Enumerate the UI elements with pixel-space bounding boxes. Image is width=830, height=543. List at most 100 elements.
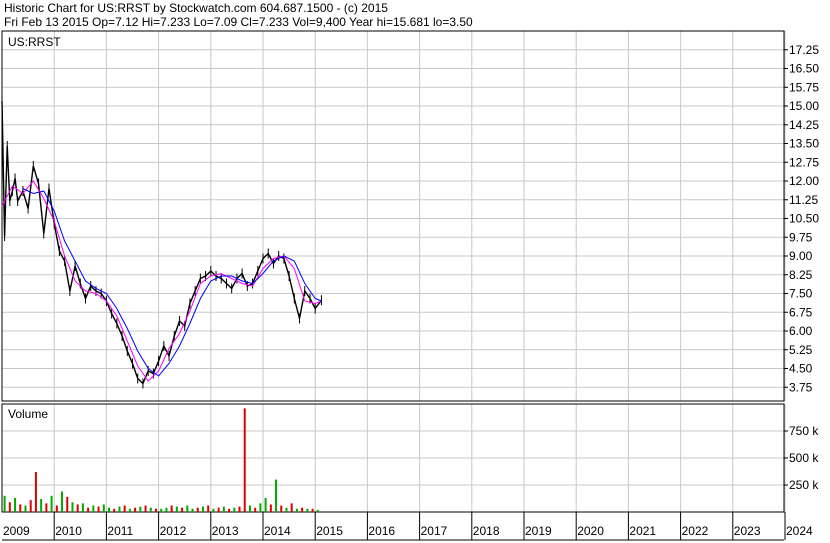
price-y-tick-label: 17.25 <box>789 43 819 57</box>
volume-bar <box>97 506 100 512</box>
x-tick-label: 2012 <box>160 524 187 538</box>
volume-bar <box>207 505 210 512</box>
price-y-tick-label: 9.00 <box>789 249 813 263</box>
price-y-tick-label: 5.25 <box>789 343 813 357</box>
volume-bar <box>170 505 173 512</box>
volume-bar <box>50 495 53 512</box>
volume-panel-grid <box>2 404 786 512</box>
volume-bar <box>264 497 267 512</box>
volume-bar <box>34 472 37 512</box>
volume-bar <box>228 508 231 512</box>
volume-bar <box>71 502 74 512</box>
volume-bar <box>259 503 262 512</box>
price-panel-frame <box>1 30 785 402</box>
price-y-tick-labels: 17.25 16.50 15.75 15.00 14.25 13.50 12.75 12.00… <box>784 43 819 394</box>
price-y-tick-label: 6.00 <box>789 324 813 338</box>
volume-bar <box>243 408 246 512</box>
volume-bar <box>144 505 147 512</box>
volume-bar <box>24 505 27 512</box>
volume-bar <box>113 508 116 512</box>
x-tick-label: 2022 <box>682 524 709 538</box>
x-tick-label: 2018 <box>473 524 500 538</box>
price-y-tick-label: 10.50 <box>789 212 819 226</box>
price-y-tick-label: 12.75 <box>789 155 819 169</box>
volume-bar <box>139 506 142 512</box>
x-tick-label: 2010 <box>55 524 82 538</box>
x-tick-label: 2011 <box>107 524 133 538</box>
volume-bar <box>40 499 43 512</box>
volume-bar <box>134 507 137 512</box>
volume-bar <box>76 504 79 512</box>
volume-bar <box>212 508 215 512</box>
x-axis-tick-labels: 2009 2010 2011 2012 2013 2014 2015 2016 2017 2018… <box>2 512 813 541</box>
volume-bar <box>275 479 278 512</box>
x-tick-label: 2021 <box>629 524 656 538</box>
volume-bar <box>280 505 283 512</box>
x-tick-label: 2009 <box>3 524 30 538</box>
price-y-tick-label: 13.50 <box>789 137 819 151</box>
volume-bar <box>254 507 257 512</box>
price-y-tick-label: 6.75 <box>789 305 813 319</box>
x-tick-label: 2017 <box>421 524 448 538</box>
volume-bar <box>14 497 17 512</box>
price-y-tick-label: 7.50 <box>789 287 813 301</box>
x-tick-label: 2014 <box>264 524 291 538</box>
volume-bar <box>201 506 204 512</box>
x-tick-label: 2016 <box>368 524 395 538</box>
volume-bar <box>311 508 314 512</box>
volume-y-tick-label: 500 k <box>789 451 819 465</box>
x-tick-label: 2019 <box>525 524 552 538</box>
volume-bar <box>181 507 184 512</box>
volume-bar <box>233 507 236 512</box>
price-y-tick-label: 15.00 <box>789 99 819 113</box>
volume-bar <box>154 508 157 512</box>
volume-bar <box>306 508 309 512</box>
volume-bar <box>217 507 220 512</box>
chart-canvas: 17.25 16.50 15.75 15.00 14.25 13.50 12.75 12.00… <box>1 30 819 541</box>
x-tick-label: 2013 <box>212 524 239 538</box>
price-y-tick-label: 9.75 <box>789 230 813 244</box>
volume-bar <box>108 507 111 512</box>
volume-bar <box>316 509 319 512</box>
volume-bar <box>123 505 126 512</box>
x-tick-label: 2024 <box>786 524 813 538</box>
volume-bar <box>238 506 241 512</box>
x-tick-label: 2023 <box>734 524 761 538</box>
volume-bar <box>87 507 90 512</box>
volume-bar <box>222 506 225 512</box>
volume-bar <box>29 500 32 512</box>
volume-bar <box>66 496 69 512</box>
x-tick-label: 2020 <box>577 524 604 538</box>
volume-y-tick-labels: 750 k 500 k 250 k <box>784 424 819 492</box>
volume-bar <box>160 508 163 512</box>
volume-chart-title: Volume <box>8 407 48 421</box>
volume-bar <box>3 495 6 512</box>
price-panel-grid <box>2 31 786 401</box>
volume-bar <box>81 503 84 512</box>
volume-bar <box>285 507 288 512</box>
price-series-group <box>1 96 323 389</box>
volume-bar <box>149 507 152 512</box>
volume-bar <box>290 503 293 512</box>
volume-bars-group <box>3 408 319 512</box>
price-y-tick-label: 16.50 <box>789 62 819 76</box>
volume-bar <box>55 505 58 512</box>
volume-bar <box>196 507 199 512</box>
volume-bar <box>61 491 64 512</box>
volume-bar <box>92 505 95 512</box>
volume-bar <box>248 505 251 512</box>
volume-bar <box>118 506 121 512</box>
price-y-tick-label: 15.75 <box>789 80 819 94</box>
volume-bar <box>128 508 131 512</box>
price-y-tick-label: 3.75 <box>789 380 813 394</box>
volume-bar <box>269 504 272 512</box>
price-y-tick-label: 14.25 <box>789 118 819 132</box>
volume-bar <box>45 503 48 512</box>
volume-bar <box>165 507 168 512</box>
price-y-tick-label: 12.00 <box>789 174 819 188</box>
volume-bar <box>191 508 194 512</box>
volume-bar <box>19 504 22 512</box>
volume-bar <box>186 505 189 512</box>
price-y-tick-label: 4.50 <box>789 362 813 376</box>
price-y-tick-label: 11.25 <box>789 193 818 207</box>
